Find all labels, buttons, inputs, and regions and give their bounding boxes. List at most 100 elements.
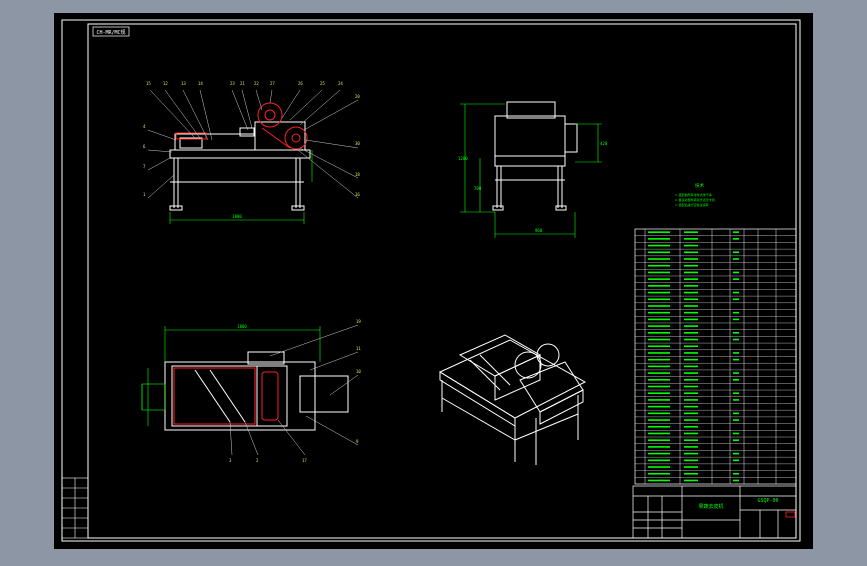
cad-viewport[interactable]: CH-MR/MC规 15 12 13 14 23 21 22 27 26 25 … bbox=[0, 0, 867, 562]
svg-text:12: 12 bbox=[163, 81, 168, 86]
part-spec-cell bbox=[684, 338, 698, 341]
part-name-cell bbox=[648, 311, 670, 314]
part-material-cell bbox=[733, 399, 739, 401]
part-name-cell bbox=[648, 378, 670, 381]
svg-text:26: 26 bbox=[298, 81, 303, 86]
drawing-sheet[interactable]: CH-MR/MC规 15 12 13 14 23 21 22 27 26 25 … bbox=[0, 0, 867, 562]
part-name-cell bbox=[648, 244, 670, 247]
part-spec-cell bbox=[684, 305, 698, 307]
part-material-cell bbox=[733, 419, 739, 421]
svg-text:700: 700 bbox=[474, 186, 482, 191]
part-name-cell bbox=[648, 452, 670, 455]
part-material-cell bbox=[733, 358, 739, 361]
part-spec-cell bbox=[684, 439, 698, 441]
title-block-name: 果蔬去皮机 bbox=[698, 503, 723, 510]
part-material-cell bbox=[733, 231, 739, 233]
svg-text:25: 25 bbox=[320, 81, 325, 86]
part-spec-cell bbox=[684, 271, 698, 274]
part-material-cell bbox=[733, 432, 739, 435]
part-material-cell bbox=[733, 318, 739, 321]
part-spec-cell bbox=[684, 291, 698, 294]
part-spec-cell bbox=[684, 378, 698, 381]
part-spec-cell bbox=[684, 325, 698, 327]
title-block-drawing-no: GSQP-00 bbox=[757, 498, 778, 504]
part-spec-cell bbox=[684, 251, 698, 254]
part-name-cell bbox=[648, 372, 670, 374]
part-spec-cell bbox=[684, 231, 698, 233]
svg-text:17: 17 bbox=[302, 458, 307, 463]
part-spec-cell bbox=[684, 452, 698, 455]
svg-text:16: 16 bbox=[355, 192, 360, 197]
note-3: 3.装配后进行空载试运转 bbox=[675, 202, 709, 207]
part-material-cell bbox=[733, 459, 739, 462]
svg-text:27: 27 bbox=[270, 81, 275, 86]
part-spec-cell bbox=[684, 472, 698, 475]
part-name-cell bbox=[648, 338, 670, 341]
part-material-cell bbox=[733, 392, 739, 395]
part-material-cell bbox=[733, 298, 739, 301]
part-spec-cell bbox=[684, 405, 698, 408]
svg-text:10: 10 bbox=[356, 369, 361, 374]
part-material-cell bbox=[733, 472, 739, 475]
part-name-cell bbox=[648, 352, 670, 354]
part-name-cell bbox=[648, 251, 670, 254]
part-name-cell bbox=[648, 385, 670, 388]
part-name-cell bbox=[648, 285, 670, 287]
part-name-cell bbox=[648, 358, 670, 361]
note-1: 1.装配前所有零件清洗干净 bbox=[675, 192, 712, 197]
part-name-cell bbox=[648, 392, 670, 395]
part-name-cell bbox=[648, 278, 670, 280]
part-material-cell bbox=[733, 452, 739, 455]
part-spec-cell bbox=[684, 446, 698, 448]
part-material-cell bbox=[733, 372, 739, 374]
part-material-cell bbox=[733, 278, 739, 280]
part-name-cell bbox=[648, 446, 670, 448]
part-name-cell bbox=[648, 318, 670, 321]
part-name-cell bbox=[648, 305, 670, 307]
part-spec-cell bbox=[684, 432, 698, 435]
part-spec-cell bbox=[684, 238, 698, 240]
svg-text:30: 30 bbox=[355, 141, 360, 146]
part-name-cell bbox=[648, 264, 670, 267]
part-material-cell bbox=[733, 439, 739, 441]
svg-text:11: 11 bbox=[356, 346, 361, 351]
part-material-cell bbox=[733, 258, 739, 260]
svg-text:24: 24 bbox=[338, 81, 343, 86]
part-name-cell bbox=[648, 238, 670, 240]
part-spec-cell bbox=[684, 318, 698, 321]
svg-text:14: 14 bbox=[198, 81, 203, 86]
part-material-cell bbox=[733, 338, 739, 341]
part-name-cell bbox=[648, 405, 670, 408]
part-name-cell bbox=[648, 459, 670, 462]
svg-text:420: 420 bbox=[600, 141, 608, 146]
part-spec-cell bbox=[684, 479, 698, 482]
svg-text:1800: 1800 bbox=[237, 324, 247, 329]
part-spec-cell bbox=[684, 244, 698, 247]
svg-text:22: 22 bbox=[254, 81, 259, 86]
part-spec-cell bbox=[684, 278, 698, 280]
part-material-cell bbox=[733, 238, 739, 240]
part-name-cell bbox=[648, 258, 670, 260]
part-material-cell bbox=[733, 412, 739, 415]
part-spec-cell bbox=[684, 372, 698, 374]
svg-text:15: 15 bbox=[146, 81, 151, 86]
part-spec-cell bbox=[684, 392, 698, 395]
part-name-cell bbox=[648, 425, 670, 428]
part-name-cell bbox=[648, 298, 670, 301]
part-name-cell bbox=[648, 332, 670, 334]
part-spec-cell bbox=[684, 345, 698, 348]
part-spec-cell bbox=[684, 285, 698, 287]
part-spec-cell bbox=[684, 352, 698, 354]
part-name-cell bbox=[648, 365, 670, 368]
part-material-cell bbox=[733, 332, 739, 334]
part-material-cell bbox=[733, 251, 739, 254]
part-spec-cell bbox=[684, 365, 698, 368]
part-material-cell bbox=[733, 378, 739, 381]
part-name-cell bbox=[648, 432, 670, 435]
svg-text:18: 18 bbox=[355, 172, 360, 177]
part-name-cell bbox=[648, 345, 670, 348]
part-material-cell bbox=[733, 291, 739, 294]
notes-heading: 技术 bbox=[695, 182, 704, 189]
svg-text:13: 13 bbox=[181, 81, 186, 86]
part-spec-cell bbox=[684, 459, 698, 462]
